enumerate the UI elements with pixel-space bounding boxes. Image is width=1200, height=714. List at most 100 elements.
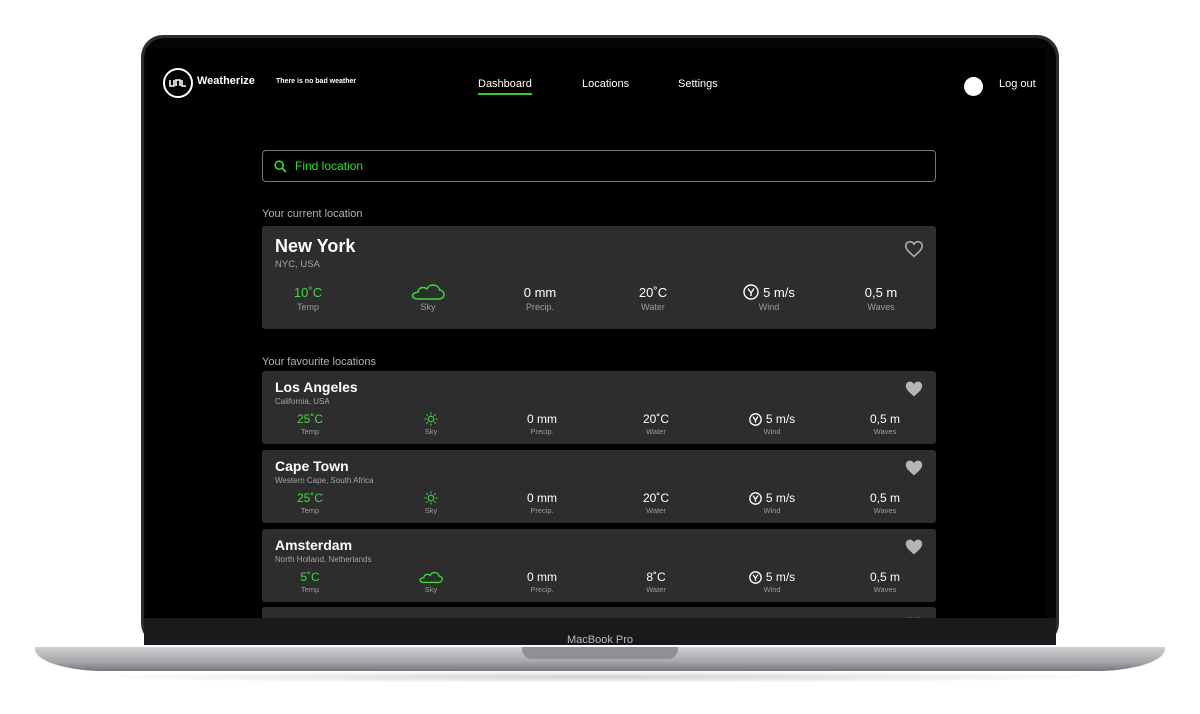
waves-label: Waves bbox=[873, 585, 897, 594]
metric-waves: 0,5 m Waves bbox=[830, 411, 940, 436]
temp-label: Temp bbox=[296, 302, 319, 312]
metric-wind: 5 m/s Wind bbox=[717, 411, 827, 436]
metric-waves: 0,5 m Waves bbox=[830, 490, 940, 515]
precip-value: 0 mm bbox=[527, 412, 557, 426]
nav-locations[interactable]: Locations bbox=[582, 78, 629, 90]
heart-outline-icon[interactable] bbox=[904, 240, 924, 258]
sun-icon bbox=[424, 412, 438, 426]
water-label: Water bbox=[641, 302, 665, 312]
brand-tagline: There is no bad weather bbox=[276, 78, 357, 85]
waves-value: 0,5 m bbox=[869, 412, 900, 426]
city-name: Los Angeles bbox=[275, 379, 358, 395]
metric-precip: 0 mm Precip. bbox=[487, 569, 597, 594]
temp-value: 25˚C bbox=[296, 412, 323, 426]
laptop-shadow bbox=[70, 671, 1130, 683]
metric-sky: Sky bbox=[376, 490, 486, 515]
nav-dashboard[interactable]: Dashboard bbox=[478, 78, 532, 95]
water-value: 20˚C bbox=[642, 412, 669, 426]
metric-water: 20˚C Water bbox=[598, 282, 708, 313]
water-label: Water bbox=[646, 585, 666, 594]
metric-temp: 25˚C Temp bbox=[255, 490, 365, 515]
favourite-location-card[interactable]: Cape Town Western Cape, South Africa 25˚… bbox=[262, 450, 936, 523]
city-region: California, USA bbox=[275, 397, 330, 406]
favourite-location-card-partial[interactable] bbox=[262, 607, 936, 618]
waves-label: Waves bbox=[867, 302, 895, 312]
sky-label: Sky bbox=[424, 506, 438, 515]
sun-icon bbox=[424, 491, 438, 505]
water-value: 20˚C bbox=[642, 491, 669, 505]
temp-label: Temp bbox=[300, 427, 320, 436]
waves-label: Waves bbox=[873, 427, 897, 436]
app-screen: Weatherize There is no bad weather Dashb… bbox=[146, 48, 1046, 618]
brand-name: Weatherize bbox=[197, 75, 255, 87]
precip-label: Precip. bbox=[530, 506, 554, 515]
wind-label: Wind bbox=[758, 302, 780, 312]
metric-sky: Sky bbox=[373, 282, 483, 312]
metric-waves: 0,5 m Waves bbox=[830, 569, 940, 594]
precip-label: Precip. bbox=[525, 302, 554, 312]
logout-link[interactable]: Log out bbox=[999, 78, 1036, 90]
wind-value: 5 m/s bbox=[763, 284, 795, 300]
search-input[interactable] bbox=[293, 158, 917, 174]
water-label: Water bbox=[646, 427, 666, 436]
temp-value: 5˚C bbox=[300, 570, 320, 584]
city-name: New York bbox=[275, 236, 356, 256]
metric-wind: 5 m/s Wind bbox=[717, 490, 827, 515]
sky-label: Sky bbox=[424, 585, 438, 594]
metric-temp: 5˚C Temp bbox=[255, 569, 365, 594]
precip-value: 0 mm bbox=[523, 284, 557, 300]
temp-label: Temp bbox=[300, 506, 320, 515]
city-name: Amsterdam bbox=[275, 537, 353, 553]
metric-precip: 0 mm Precip. bbox=[485, 282, 595, 313]
metric-temp: 10˚C Temp bbox=[253, 282, 363, 313]
current-location-heading: Your current location bbox=[262, 208, 363, 220]
temp-value: 10˚C bbox=[293, 284, 323, 300]
waves-value: 0,5 m bbox=[869, 570, 900, 584]
favourite-location-card[interactable]: Amsterdam North Holland, Netherlands 5˚C… bbox=[262, 529, 936, 602]
laptop-notch bbox=[522, 647, 678, 659]
metric-wind: 5 m/s Wind bbox=[717, 569, 827, 594]
metric-waves: 0,5 m Waves bbox=[826, 282, 936, 313]
metric-water: 20˚C Water bbox=[601, 490, 711, 515]
heart-filled-icon[interactable] bbox=[904, 616, 924, 618]
sky-label: Sky bbox=[420, 302, 436, 312]
precip-label: Precip. bbox=[530, 585, 554, 594]
water-value: 8˚C bbox=[646, 570, 666, 584]
heart-filled-icon[interactable] bbox=[904, 538, 924, 556]
metric-sky: Sky bbox=[376, 411, 486, 436]
logo-icon[interactable] bbox=[163, 68, 193, 98]
current-location-card[interactable]: New York NYC, USA 10˚C Temp Sky 0 mm Pre… bbox=[262, 226, 936, 329]
precip-label: Precip. bbox=[530, 427, 554, 436]
metric-temp: 25˚C Temp bbox=[255, 411, 365, 436]
cloud-icon bbox=[419, 571, 443, 583]
water-label: Water bbox=[646, 506, 666, 515]
wind-label: Wind bbox=[763, 585, 781, 594]
water-value: 20˚C bbox=[638, 284, 668, 300]
waves-value: 0,5 m bbox=[869, 491, 900, 505]
cloud-icon bbox=[411, 284, 445, 300]
metric-precip: 0 mm Precip. bbox=[487, 490, 597, 515]
metric-water: 20˚C Water bbox=[601, 411, 711, 436]
city-region: North Holland, Netherlands bbox=[275, 555, 372, 564]
wind-label: Wind bbox=[763, 506, 781, 515]
metric-wind: 5 m/s Wind bbox=[714, 282, 824, 312]
wind-direction-icon bbox=[743, 284, 759, 300]
city-name: Cape Town bbox=[275, 458, 349, 474]
wind-label: Wind bbox=[763, 427, 781, 436]
metric-water: 8˚C Water bbox=[601, 569, 711, 594]
device-label: MacBook Pro bbox=[566, 634, 634, 646]
heart-filled-icon[interactable] bbox=[904, 459, 924, 477]
metric-sky: Sky bbox=[376, 569, 486, 594]
favourite-locations-heading: Your favourite locations bbox=[262, 356, 376, 368]
heart-filled-icon[interactable] bbox=[904, 380, 924, 398]
city-region: NYC, USA bbox=[275, 259, 320, 270]
search-box[interactable] bbox=[262, 150, 936, 182]
avatar[interactable] bbox=[964, 77, 983, 96]
favourite-location-card[interactable]: Los Angeles California, USA 25˚C Temp Sk… bbox=[262, 371, 936, 444]
wind-direction-icon bbox=[748, 570, 762, 584]
wind-value: 5 m/s bbox=[765, 491, 796, 505]
city-region: Western Cape, South Africa bbox=[275, 476, 374, 485]
temp-value: 25˚C bbox=[296, 491, 323, 505]
search-icon bbox=[274, 159, 287, 173]
nav-settings[interactable]: Settings bbox=[678, 78, 718, 90]
